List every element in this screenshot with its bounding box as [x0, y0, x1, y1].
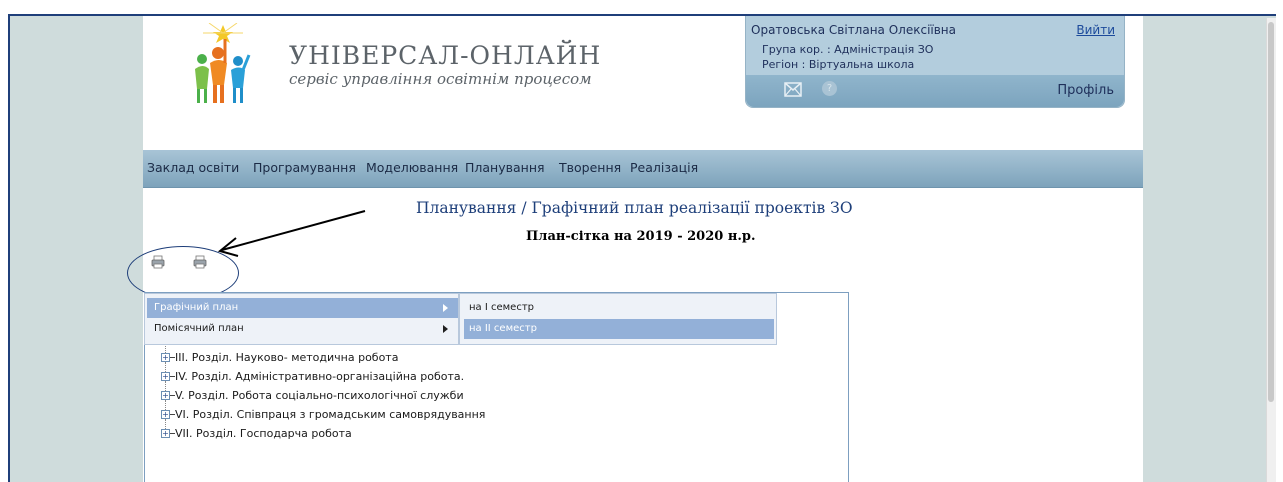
- annotation-arrow: [217, 210, 366, 257]
